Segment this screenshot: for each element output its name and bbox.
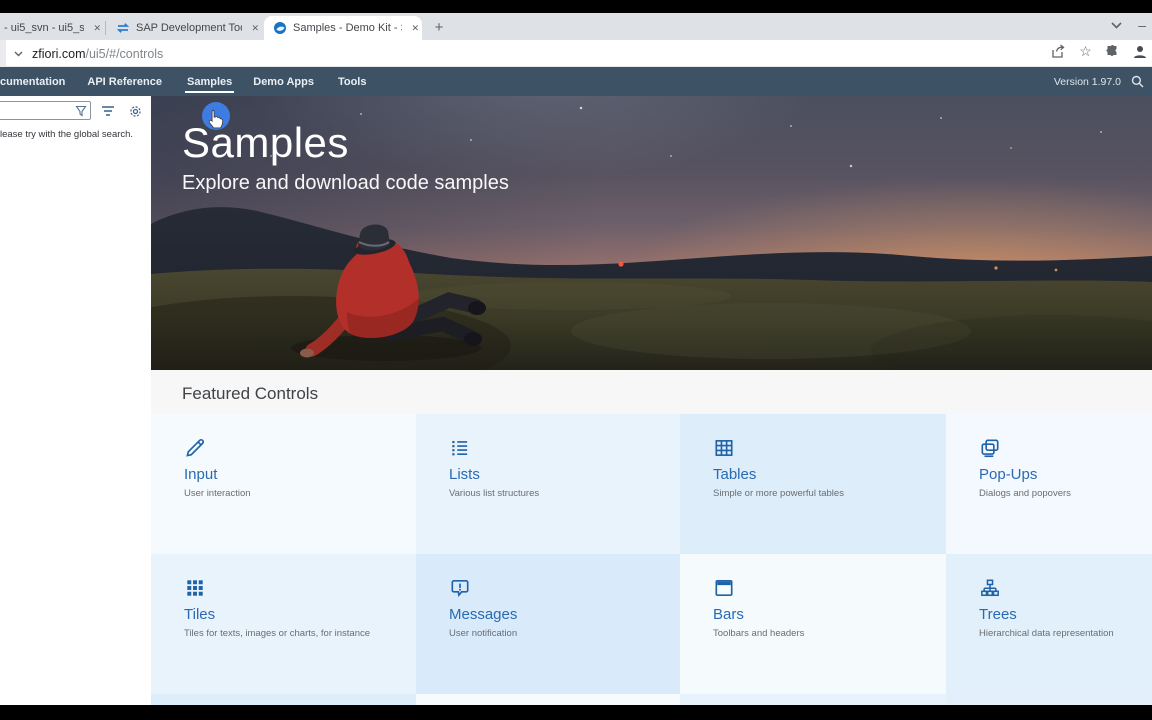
tile-label[interactable]: Input: [184, 466, 402, 483]
tile-label[interactable]: Lists: [449, 466, 666, 483]
demo-kit-navbar: cumentation API Reference Samples Demo A…: [0, 67, 1152, 96]
tile-label[interactable]: Pop-Ups: [979, 466, 1138, 483]
version-label: Version 1.97.0: [1053, 75, 1121, 88]
tab-title: - ui5_svn - ui5_svn -: [4, 22, 85, 34]
tile-tiles[interactable]: Tiles Tiles for texts, images or charts,…: [151, 554, 416, 694]
tile-description: Various list structures: [449, 488, 540, 499]
tile-input[interactable]: Input User interaction: [151, 414, 416, 554]
tab-search-chevron-icon[interactable]: [1111, 21, 1122, 29]
nav-menu: cumentation API Reference Samples Demo A…: [0, 67, 366, 96]
partial-tile[interactable]: [151, 694, 416, 705]
table-grid-icon: [715, 440, 733, 456]
tile-description: Toolbars and headers: [713, 628, 805, 639]
sidebar-search-box[interactable]: [0, 101, 91, 120]
screen: - ui5_svn - ui5_svn - ✕ SAP Development …: [0, 0, 1152, 720]
nav-item-demo-apps[interactable]: Demo Apps: [253, 67, 314, 96]
nav-item-tools[interactable]: Tools: [338, 67, 367, 96]
tile-description: Dialogs and popovers: [979, 488, 1071, 499]
tab-title: SAP Development Tools: [136, 22, 243, 34]
tile-description: User interaction: [184, 488, 251, 499]
nav-item-samples[interactable]: Samples: [184, 67, 235, 96]
tree-org-icon: [981, 579, 999, 597]
nav-item-documentation[interactable]: cumentation: [0, 67, 65, 96]
toolbar-actions: ☆: [1050, 43, 1148, 60]
sidebar: lease try with the global search.: [0, 96, 151, 705]
sidebar-search-input[interactable]: [3, 102, 73, 119]
tile-description: User notification: [449, 628, 518, 639]
tile-label[interactable]: Bars: [713, 606, 932, 623]
tile-trees[interactable]: Trees Hierarchical data representation: [946, 554, 1152, 694]
section-heading: Featured Controls: [182, 384, 319, 403]
sap-favicon: [116, 21, 130, 35]
search-icon[interactable]: [1131, 75, 1144, 88]
tile-label[interactable]: Tiles: [184, 606, 402, 623]
tile-tables[interactable]: Tables Simple or more powerful tables: [680, 414, 946, 554]
tab-close-icon[interactable]: ✕: [408, 21, 422, 36]
nav-item-api-reference[interactable]: API Reference: [87, 67, 162, 96]
nav-right: Version 1.97.0: [1054, 67, 1144, 96]
window-controls: –: [1111, 17, 1146, 33]
tile-label[interactable]: Trees: [979, 606, 1138, 623]
tile-lists[interactable]: Lists Various list structures: [416, 414, 680, 554]
popup-windows-icon: [981, 439, 999, 458]
tab-strip: - ui5_svn - ui5_svn - ✕ SAP Development …: [0, 13, 1152, 40]
message-warning-icon: [451, 580, 469, 598]
profile-avatar-icon[interactable]: [1131, 43, 1148, 60]
new-tab-button[interactable]: +: [428, 17, 450, 39]
hand-cursor-icon: [207, 109, 224, 130]
minimize-button[interactable]: –: [1138, 17, 1146, 33]
bookmark-star-icon[interactable]: ☆: [1077, 43, 1094, 60]
extensions-puzzle-icon[interactable]: [1104, 43, 1121, 60]
toolbar-left-edge: [0, 40, 6, 67]
tile-label[interactable]: Messages: [449, 606, 666, 623]
partial-tile[interactable]: [416, 694, 680, 705]
omnibox[interactable]: zfiori.com/ui5/#/controls: [14, 44, 163, 63]
tile-description: Tiles for texts, images or charts, for i…: [184, 628, 371, 639]
browser-tab-active[interactable]: Samples - Demo Kit - SAPUI5 ✕: [264, 16, 422, 40]
settings-gear-icon[interactable]: [126, 102, 144, 120]
tile-popups[interactable]: Pop-Ups Dialogs and popovers: [946, 414, 1152, 554]
list-icon: [452, 440, 468, 456]
tab-close-icon[interactable]: ✕: [248, 21, 262, 36]
browser-window: - ui5_svn - ui5_svn - ✕ SAP Development …: [0, 13, 1152, 705]
partial-tile[interactable]: [946, 694, 1152, 705]
url-text[interactable]: zfiori.com/ui5/#/controls: [32, 47, 163, 61]
hero-text: Samples Explore and download code sample…: [182, 119, 509, 195]
tab-separator: [105, 21, 106, 35]
url-domain: zfiori.com: [32, 46, 86, 61]
sidebar-hint-text: lease try with the global search.: [0, 129, 134, 140]
tab-title: Samples - Demo Kit - SAPUI5: [293, 22, 402, 34]
share-icon[interactable]: [1050, 43, 1067, 60]
edit-pencil-icon: [186, 439, 204, 457]
partial-tile[interactable]: [680, 694, 946, 705]
tile-label[interactable]: Tables: [713, 466, 932, 483]
bar-header-icon: [715, 580, 733, 596]
sort-filter-icon[interactable]: [99, 102, 117, 120]
filter-funnel-icon[interactable]: [75, 105, 87, 117]
tab-close-icon[interactable]: ✕: [90, 21, 104, 36]
url-path: /ui5/#/controls: [85, 46, 164, 61]
ui5-favicon: [273, 21, 287, 35]
site-chevron-icon[interactable]: [14, 51, 23, 57]
tile-messages[interactable]: Messages User notification: [416, 554, 680, 694]
hero-title: Samples: [182, 119, 349, 166]
tile-grid: Input User interaction Lists Various lis…: [151, 414, 1152, 705]
hero-banner: Samples Explore and download code sample…: [151, 96, 1152, 370]
featured-controls-section: Featured Controls Input User interaction…: [151, 370, 1152, 705]
tile-bars[interactable]: Bars Toolbars and headers: [680, 554, 946, 694]
hero-subtitle: Explore and download code samples: [182, 172, 509, 195]
browser-tab-1[interactable]: - ui5_svn - ui5_svn - ✕: [0, 16, 104, 40]
address-toolbar: zfiori.com/ui5/#/controls ☆: [0, 40, 1152, 67]
tile-description: Hierarchical data representation: [979, 628, 1114, 639]
tile-description: Simple or more powerful tables: [713, 488, 844, 499]
browser-tab-2[interactable]: SAP Development Tools ✕: [108, 16, 262, 40]
tiles-grid-icon: [187, 580, 203, 596]
